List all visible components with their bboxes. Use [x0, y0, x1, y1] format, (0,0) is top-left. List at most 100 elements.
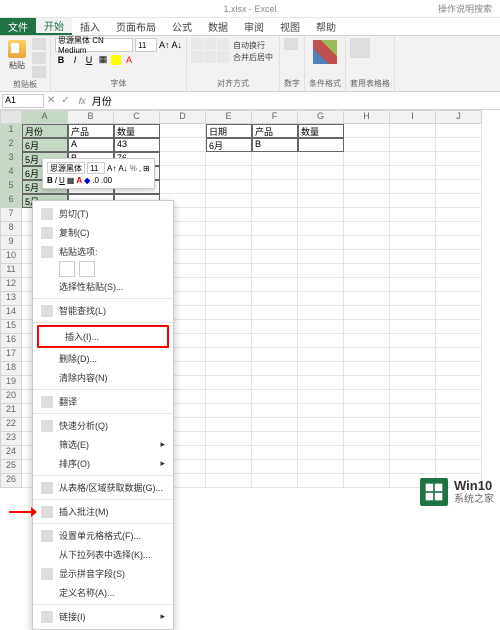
cell[interactable]: [298, 278, 344, 292]
cell[interactable]: [298, 236, 344, 250]
cell[interactable]: [436, 152, 482, 166]
row-header[interactable]: 16: [0, 334, 22, 348]
row-header[interactable]: 21: [0, 404, 22, 418]
cell[interactable]: [390, 362, 436, 376]
cell[interactable]: [206, 208, 252, 222]
mini-font-color-button[interactable]: A: [76, 176, 82, 185]
cell[interactable]: [206, 334, 252, 348]
row-header[interactable]: 8: [0, 222, 22, 236]
cell[interactable]: [390, 152, 436, 166]
cell[interactable]: [252, 460, 298, 474]
cell[interactable]: [436, 404, 482, 418]
cell[interactable]: [390, 460, 436, 474]
cell[interactable]: [344, 418, 390, 432]
cell[interactable]: [298, 194, 344, 208]
cell[interactable]: [390, 376, 436, 390]
cell[interactable]: [252, 446, 298, 460]
menu-item[interactable]: 插入(I)...: [39, 327, 167, 346]
mini-underline-button[interactable]: U: [59, 176, 65, 185]
tab-home[interactable]: 开始: [36, 18, 72, 35]
cell[interactable]: [252, 418, 298, 432]
cell[interactable]: [344, 124, 390, 138]
cell[interactable]: [206, 446, 252, 460]
cell[interactable]: [298, 334, 344, 348]
cell[interactable]: [298, 348, 344, 362]
tab-formulas[interactable]: 公式: [164, 18, 200, 35]
cell[interactable]: [436, 250, 482, 264]
cell[interactable]: [206, 390, 252, 404]
table-format-icon[interactable]: [350, 38, 370, 58]
cell[interactable]: B: [252, 138, 298, 152]
mini-format-icon[interactable]: ⊞: [143, 164, 150, 173]
cell[interactable]: 6月: [22, 138, 68, 152]
cell[interactable]: [344, 152, 390, 166]
row-header[interactable]: 14: [0, 306, 22, 320]
cell[interactable]: [390, 222, 436, 236]
cell[interactable]: [252, 222, 298, 236]
fx-icon[interactable]: fx: [73, 96, 92, 106]
cell[interactable]: [298, 180, 344, 194]
cell[interactable]: [344, 292, 390, 306]
col-header[interactable]: I: [390, 110, 436, 124]
row-header[interactable]: 26: [0, 474, 22, 488]
row-header[interactable]: 22: [0, 418, 22, 432]
row-header[interactable]: 9: [0, 236, 22, 250]
cell[interactable]: [390, 166, 436, 180]
cell[interactable]: [436, 390, 482, 404]
row-header[interactable]: 10: [0, 250, 22, 264]
italic-button[interactable]: I: [69, 55, 81, 65]
cell[interactable]: [206, 362, 252, 376]
cell[interactable]: [252, 334, 298, 348]
cell[interactable]: [206, 460, 252, 474]
mini-decrease-font-icon[interactable]: A↓: [118, 164, 127, 173]
cell[interactable]: [206, 264, 252, 278]
cell[interactable]: [344, 222, 390, 236]
cell[interactable]: [206, 418, 252, 432]
col-header[interactable]: G: [298, 110, 344, 124]
cell[interactable]: [344, 264, 390, 278]
tab-layout[interactable]: 页面布局: [108, 18, 164, 35]
mini-font-size[interactable]: 11: [87, 162, 105, 174]
cell[interactable]: 6月: [206, 138, 252, 152]
cell[interactable]: 产品: [252, 124, 298, 138]
menu-item[interactable]: 粘贴选项:: [33, 242, 173, 261]
mini-fill-color-button[interactable]: ◆: [84, 176, 90, 185]
row-header[interactable]: 24: [0, 446, 22, 460]
row-header[interactable]: 17: [0, 348, 22, 362]
underline-button[interactable]: U: [83, 55, 95, 65]
cell[interactable]: [436, 180, 482, 194]
col-header[interactable]: J: [436, 110, 482, 124]
cell[interactable]: [298, 320, 344, 334]
cell[interactable]: [160, 166, 206, 180]
cell[interactable]: [252, 264, 298, 278]
menu-item[interactable]: 翻译: [33, 392, 173, 411]
number-format-button[interactable]: [284, 38, 298, 50]
col-header[interactable]: C: [114, 110, 160, 124]
cell[interactable]: [390, 306, 436, 320]
format-painter-button[interactable]: [32, 66, 46, 78]
col-header[interactable]: H: [344, 110, 390, 124]
cell[interactable]: [344, 180, 390, 194]
col-header[interactable]: E: [206, 110, 252, 124]
cell[interactable]: [436, 278, 482, 292]
menu-item[interactable]: 链接(I)▸: [33, 607, 173, 626]
cell[interactable]: [436, 166, 482, 180]
increase-font-icon[interactable]: A↑: [159, 40, 170, 50]
fill-color-button[interactable]: [111, 55, 121, 65]
col-header[interactable]: F: [252, 110, 298, 124]
cell[interactable]: [344, 474, 390, 488]
mini-percent-icon[interactable]: %: [130, 164, 137, 173]
select-all-corner[interactable]: [0, 110, 22, 124]
cell[interactable]: [344, 250, 390, 264]
row-header[interactable]: 11: [0, 264, 22, 278]
cell[interactable]: [252, 390, 298, 404]
cell[interactable]: [390, 180, 436, 194]
cell[interactable]: [436, 222, 482, 236]
cell[interactable]: [298, 376, 344, 390]
cell[interactable]: [344, 320, 390, 334]
name-box[interactable]: A1: [2, 94, 44, 108]
cell[interactable]: [298, 208, 344, 222]
cell[interactable]: [252, 320, 298, 334]
cell[interactable]: [206, 152, 252, 166]
tab-review[interactable]: 审阅: [236, 18, 272, 35]
